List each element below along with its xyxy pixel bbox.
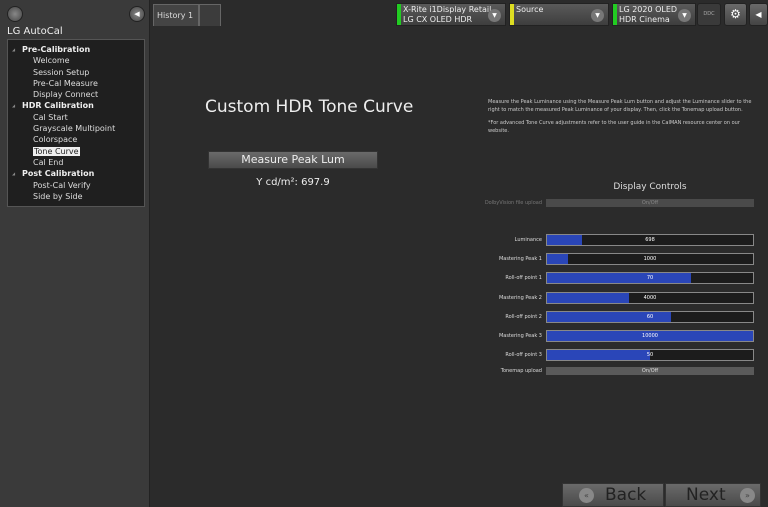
display-dropdown[interactable]: LG 2020 OLED HDR Cinema ▼ (612, 3, 696, 26)
tree-item-label: Cal Start (33, 112, 68, 122)
slider[interactable]: 50 (546, 349, 754, 362)
source-status-indicator (510, 4, 514, 25)
settings-gear-icon[interactable]: ⚙ (724, 3, 747, 26)
meter-status-indicator (397, 4, 401, 25)
tab-history-1[interactable]: History 1 (153, 4, 199, 26)
tree-item-label: Cal End (33, 157, 64, 167)
slider-value: 4000 (643, 294, 657, 301)
tree-item-label: Side by Side (33, 191, 83, 201)
back-arrow-icon: « (579, 488, 594, 503)
tree-group[interactable]: Pre-Calibration (8, 44, 144, 55)
display-status-indicator (613, 4, 617, 25)
luminance-readout: Y cd/m²: 697.9 (256, 177, 330, 188)
slider[interactable]: 4000 (546, 291, 754, 304)
tree-item[interactable]: Post-Cal Verify (8, 180, 144, 191)
back-button[interactable]: « Back (562, 483, 664, 507)
tree-item-label: Grayscale Multipoint (33, 124, 116, 134)
slider-value: 1000 (643, 256, 657, 263)
tree-item[interactable]: Tone Curve (8, 146, 144, 157)
chevron-down-icon: ▼ (678, 9, 691, 22)
tree-item[interactable]: Cal End (8, 157, 144, 168)
slider[interactable]: 70 (546, 272, 754, 285)
slider-value: 698 (645, 237, 655, 243)
instructions-note: *For advanced Tone Curve adjustments ref… (488, 120, 740, 134)
home-button[interactable] (7, 6, 23, 22)
dolby-upload-label: DolbyVision file upload (484, 200, 542, 206)
measure-peak-lum-button[interactable]: Measure Peak Lum (208, 151, 378, 169)
instructions: Measure the Peak Luminance using the Mea… (488, 99, 758, 135)
source-dropdown[interactable]: Source ▼ (509, 3, 609, 26)
slider-value: 50 (646, 352, 654, 359)
collapse-sidebar-button[interactable]: ◀ (129, 6, 145, 22)
ddc-button[interactable]: DDC (697, 3, 721, 26)
slider-label: Roll-off point 3 (505, 352, 542, 359)
display-controls-title: Display Controls (613, 182, 687, 192)
tree-item-label: Welcome (33, 56, 70, 66)
next-button[interactable]: Next » (665, 483, 761, 507)
collapse-right-button[interactable]: ◀ (749, 3, 768, 26)
tree-item[interactable]: Welcome (8, 55, 144, 66)
chevron-down-icon: ▼ (591, 9, 604, 22)
app-title: LG AutoCal (7, 26, 63, 37)
workflow-tree: Pre-CalibrationWelcomeSession SetupPre-C… (7, 39, 145, 207)
tree-item-label: Display Connect (33, 90, 99, 100)
back-label: Back (605, 485, 647, 505)
tonemap-upload-label: Tonemap upload (500, 368, 542, 374)
slider-label: Mastering Peak 2 (498, 294, 542, 301)
next-label: Next (686, 485, 726, 505)
tree-group[interactable]: HDR Calibration (8, 100, 144, 111)
slider-label: Mastering Peak 1 (498, 256, 542, 263)
tree-item[interactable]: Side by Side (8, 191, 144, 202)
tree-item[interactable]: Pre-Cal Measure (8, 78, 144, 89)
tree-item-label: Pre-Cal Measure (33, 78, 98, 88)
tree-item-label: Colorspace (33, 135, 78, 145)
add-tab-button[interactable] (199, 4, 221, 26)
slider-value: 60 (646, 313, 654, 320)
slider-label: Roll-off point 1 (505, 275, 542, 282)
next-arrow-icon: » (740, 488, 755, 503)
slider[interactable]: 698 (546, 234, 754, 246)
slider[interactable]: 60 (546, 310, 754, 323)
meter-dropdown[interactable]: X-Rite i1Display Retail LG CX OLED HDR ▼ (396, 3, 506, 26)
tree-item-label: Post-Cal Verify (33, 180, 91, 190)
slider[interactable]: 10000 (546, 330, 754, 342)
page-title: Custom HDR Tone Curve (205, 97, 414, 117)
slider-value: 10000 (642, 333, 658, 339)
slider-value: 70 (646, 275, 654, 282)
tree-item[interactable]: Grayscale Multipoint (8, 123, 144, 134)
tree-item[interactable]: Cal Start (8, 112, 144, 123)
dolby-upload-toggle[interactable]: On/Off (546, 199, 754, 207)
tree-item[interactable]: Colorspace (8, 134, 144, 145)
tree-item-label: Session Setup (33, 67, 90, 77)
instructions-text: Measure the Peak Luminance using the Mea… (488, 99, 752, 113)
slider-label: Roll-off point 2 (505, 313, 542, 320)
tree-group[interactable]: Post Calibration (8, 168, 144, 179)
slider-label: Luminance (514, 237, 542, 243)
tree-item[interactable]: Display Connect (8, 89, 144, 100)
sidebar: ◀ LG AutoCal Pre-CalibrationWelcomeSessi… (0, 0, 150, 507)
tonemap-upload-toggle[interactable]: On/Off (546, 367, 754, 375)
tree-item-label: Tone Curve (33, 146, 80, 156)
slider[interactable]: 1000 (546, 253, 754, 266)
slider-label: Mastering Peak 3 (498, 333, 542, 339)
tree-item[interactable]: Session Setup (8, 67, 144, 78)
chevron-down-icon: ▼ (488, 9, 501, 22)
